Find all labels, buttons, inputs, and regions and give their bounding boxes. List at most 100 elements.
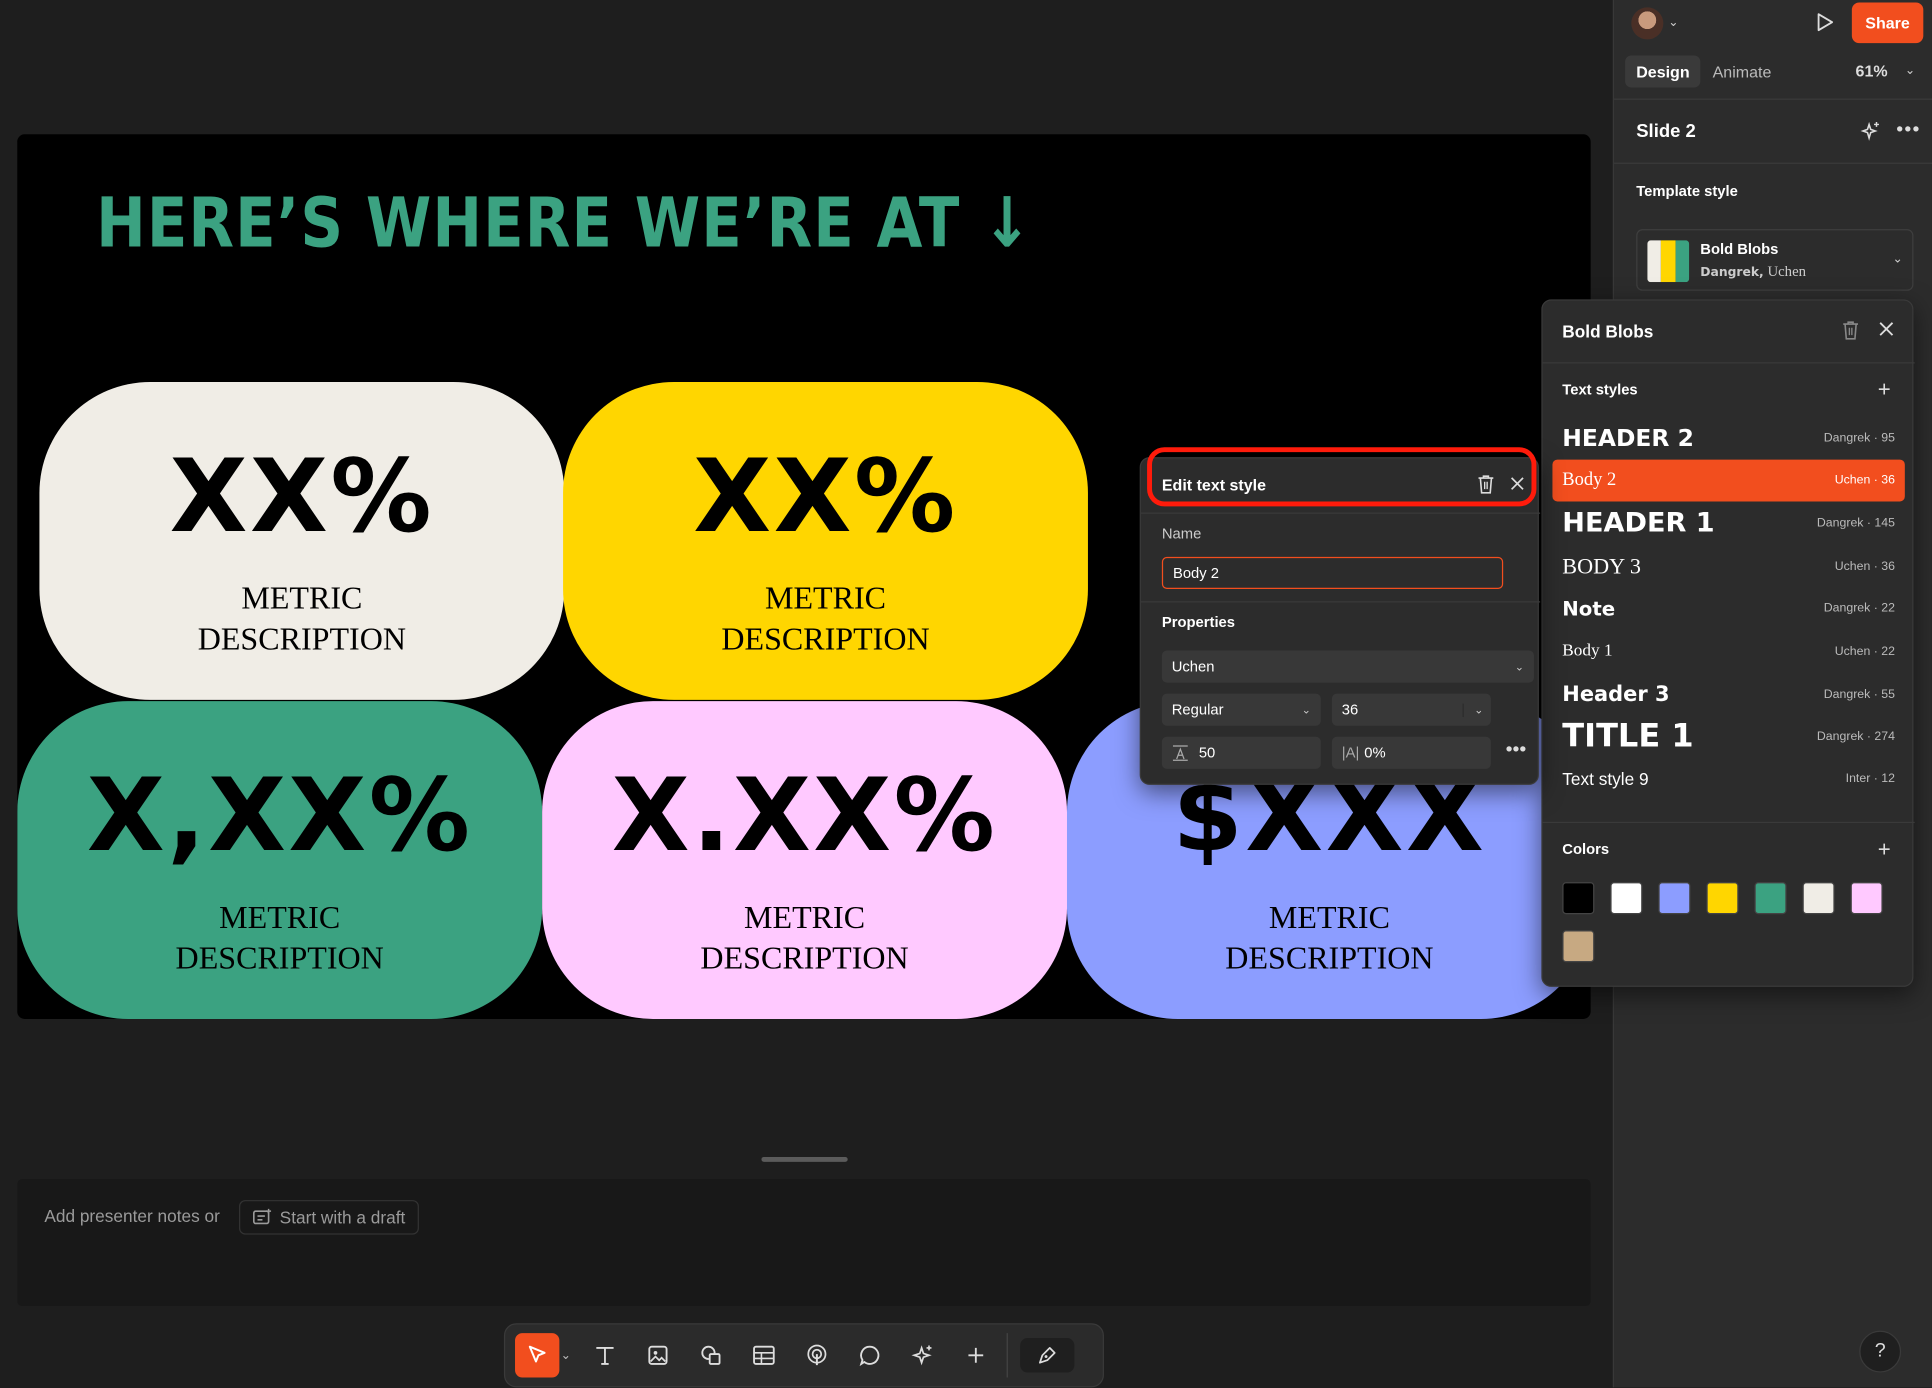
avatar[interactable] xyxy=(1631,7,1664,40)
add-text-style-icon[interactable]: + xyxy=(1878,378,1891,400)
draft-icon xyxy=(253,1208,272,1225)
more-options-icon[interactable]: ••• xyxy=(1896,120,1920,142)
presenter-notes[interactable]: Add presenter notes or Start with a draf… xyxy=(17,1179,1591,1307)
comment-tool-button[interactable] xyxy=(848,1333,892,1377)
metric-value[interactable]: XX% xyxy=(693,439,957,556)
color-swatch[interactable] xyxy=(1610,882,1643,915)
text-style-item[interactable]: HEADER 2 Dangrek · 95 xyxy=(1552,418,1904,460)
metric-value[interactable]: X.XX% xyxy=(612,758,998,875)
font-size-value: 36 xyxy=(1341,701,1359,719)
metric-description[interactable]: METRIC DESCRIPTION xyxy=(657,897,953,978)
template-style-panel: Bold Blobs Text styles + HEADER 2 Dangrek… xyxy=(1541,299,1915,987)
text-style-item[interactable]: BODY 3 Uchen · 36 xyxy=(1552,546,1904,588)
line-height-input[interactable]: 50 xyxy=(1161,736,1321,769)
draw-mode-toggle[interactable] xyxy=(1020,1338,1075,1373)
color-swatch[interactable] xyxy=(1850,882,1883,915)
zoom-level[interactable]: 61% xyxy=(1856,62,1888,80)
text-style-name: Text style 9 xyxy=(1562,768,1649,789)
chevron-down-icon[interactable]: ⌄ xyxy=(1668,16,1678,30)
font-family-value: Uchen xyxy=(1171,657,1215,676)
text-style-item[interactable]: Body 2 Uchen · 36 xyxy=(1552,459,1905,502)
color-swatch[interactable] xyxy=(1658,882,1691,915)
share-button[interactable]: Share xyxy=(1851,2,1924,44)
add-tool-icon xyxy=(968,1347,984,1363)
metric-value[interactable]: X,XX% xyxy=(87,758,473,875)
text-style-meta: Dangrek · 55 xyxy=(1823,688,1895,702)
font-weight-select[interactable]: Regular ⌄ xyxy=(1161,693,1321,726)
more-options-icon[interactable]: ••• xyxy=(1506,739,1527,761)
letter-spacing-input[interactable]: |A| 0% xyxy=(1331,736,1491,769)
divider xyxy=(1614,98,1932,100)
color-swatch[interactable] xyxy=(1562,930,1595,963)
start-draft-button[interactable]: Start with a draft xyxy=(239,1200,419,1235)
image-tool-icon xyxy=(648,1345,668,1365)
template-style-select[interactable]: Bold Blobs Dangrek, Uchen ⌄ xyxy=(1636,229,1914,291)
metric-card[interactable]: XX% METRIC DESCRIPTION xyxy=(563,381,1088,700)
present-button[interactable] xyxy=(1814,11,1836,39)
table-tool-button[interactable] xyxy=(742,1333,786,1377)
notes-resize-handle[interactable] xyxy=(761,1156,848,1162)
line-height-icon xyxy=(1172,745,1188,761)
color-swatch[interactable] xyxy=(1706,882,1739,915)
divider xyxy=(1140,601,1541,603)
text-tool-button[interactable] xyxy=(583,1333,627,1377)
add-color-icon[interactable]: + xyxy=(1878,838,1891,860)
image-tool-button[interactable] xyxy=(636,1333,680,1377)
slide-name: Slide 2 xyxy=(1636,120,1696,142)
color-swatch[interactable] xyxy=(1562,882,1595,915)
interaction-tool-button[interactable] xyxy=(795,1333,839,1377)
bottom-toolbar: ⌄ xyxy=(503,1323,1104,1388)
text-style-item[interactable]: Text style 9 Inter · 12 xyxy=(1552,758,1904,800)
chevron-down-icon: ⌄ xyxy=(1514,659,1525,673)
metric-description[interactable]: METRIC DESCRIPTION xyxy=(132,897,428,978)
divider xyxy=(1614,162,1932,164)
trash-icon xyxy=(1843,321,1859,340)
style-name-input[interactable] xyxy=(1161,556,1504,589)
chevron-down-icon: ⌄ xyxy=(1892,252,1903,267)
chevron-down-icon[interactable]: ⌄ xyxy=(1905,64,1915,78)
metric-card[interactable]: X,XX% METRIC DESCRIPTION xyxy=(17,701,543,1019)
chevron-down-icon: ⌄ xyxy=(1463,702,1483,717)
metric-value[interactable]: XX% xyxy=(170,439,434,556)
shape-tool-button[interactable] xyxy=(689,1333,733,1377)
text-style-item[interactable]: Header 3 Dangrek · 55 xyxy=(1552,674,1904,716)
text-style-item[interactable]: Body 1 Uchen · 22 xyxy=(1552,631,1904,673)
divider xyxy=(1542,821,1915,824)
comment-tool-icon xyxy=(859,1345,880,1367)
line-height-value: 50 xyxy=(1198,744,1216,762)
move-tool-button[interactable] xyxy=(515,1333,560,1378)
font-family-select[interactable]: Uchen ⌄ xyxy=(1161,650,1534,683)
toolbar-divider xyxy=(1006,1333,1008,1378)
help-button[interactable]: ? xyxy=(1859,1330,1902,1373)
ai-sparkle-button[interactable] xyxy=(1859,121,1881,149)
text-style-item[interactable]: HEADER 1 Dangrek · 145 xyxy=(1552,503,1904,545)
delete-button[interactable] xyxy=(1840,319,1862,347)
add-tool-button[interactable] xyxy=(954,1333,998,1377)
close-button[interactable] xyxy=(1878,320,1895,343)
text-style-name: TITLE 1 xyxy=(1562,718,1694,756)
text-style-name: Note xyxy=(1562,596,1616,621)
metric-card[interactable]: X.XX% METRIC DESCRIPTION xyxy=(542,701,1067,1019)
ai-tool-button[interactable] xyxy=(901,1333,945,1377)
text-style-name: Body 1 xyxy=(1562,641,1613,661)
chevron-down-icon[interactable]: ⌄ xyxy=(561,1349,573,1363)
metric-card[interactable]: XX% METRIC DESCRIPTION xyxy=(39,381,565,700)
text-style-meta: Dangrek · 95 xyxy=(1823,431,1895,446)
tab-animate[interactable]: Animate xyxy=(1702,55,1783,87)
color-swatch[interactable] xyxy=(1754,882,1787,915)
font-size-input[interactable]: 36 ⌄ xyxy=(1331,693,1491,726)
play-icon xyxy=(1817,13,1834,32)
text-style-name: BODY 3 xyxy=(1562,553,1641,579)
metric-description[interactable]: METRIC DESCRIPTION xyxy=(1182,897,1478,978)
tab-design[interactable]: Design xyxy=(1625,55,1701,88)
template-style-label: Template style xyxy=(1636,182,1738,200)
template-thumbnail xyxy=(1647,240,1690,283)
color-swatch[interactable] xyxy=(1802,882,1835,915)
slide-title[interactable]: HERE’S WHERE WE’RE AT ↓ xyxy=(96,184,1033,264)
metric-description[interactable]: METRIC DESCRIPTION xyxy=(678,578,974,659)
metric-description[interactable]: METRIC DESCRIPTION xyxy=(154,578,450,659)
text-style-item[interactable]: Note Dangrek · 22 xyxy=(1552,588,1904,630)
ai-tool-icon xyxy=(911,1345,932,1366)
interaction-tool-icon xyxy=(807,1344,827,1366)
text-style-item[interactable]: TITLE 1 Dangrek · 274 xyxy=(1552,716,1904,758)
